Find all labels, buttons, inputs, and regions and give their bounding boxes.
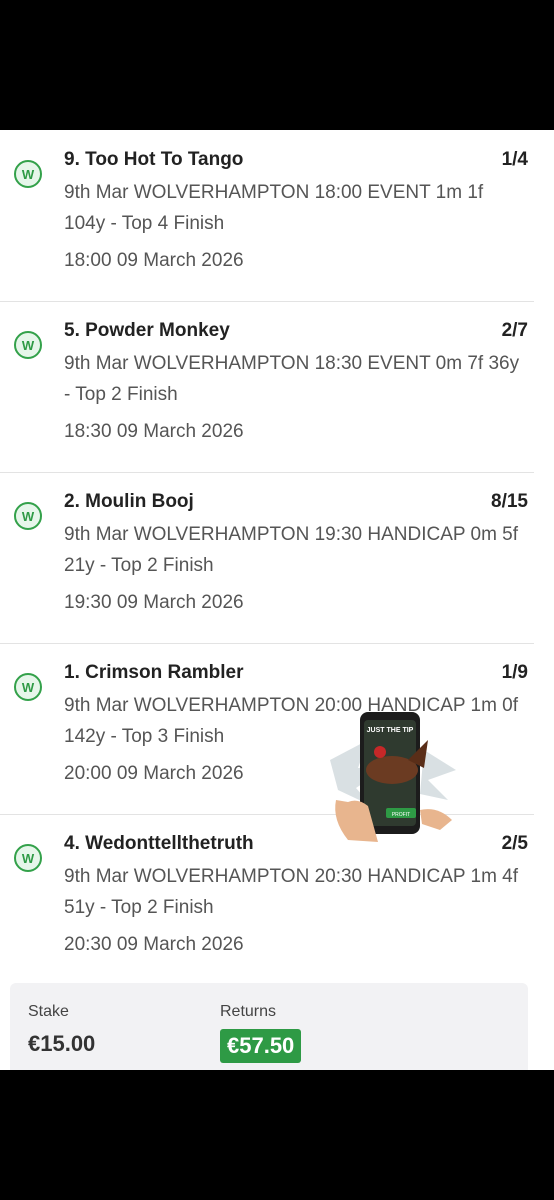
win-badge: W (14, 673, 42, 701)
bet-summary: Stake €15.00 Returns €57.50 (10, 983, 528, 1070)
win-badge: W (14, 331, 42, 359)
stake-value: €15.00 (28, 1031, 96, 1056)
svg-text:JUST THE TIP: JUST THE TIP (367, 727, 414, 734)
returns-value: €57.50 (220, 1029, 302, 1063)
selection-name: 4. Wedonttellthetruth (64, 833, 254, 854)
selection-name: 5. Powder Monkey (64, 320, 230, 341)
odds: 2/5 (501, 833, 528, 854)
race-description: 9th Mar WOLVERHAMPTON 18:00 EVENT 1m 1f … (64, 182, 484, 234)
selection-name: 2. Moulin Booj (64, 491, 194, 512)
promo-phone-graphic: JUST THE TIP PROFIT (330, 712, 456, 842)
odds: 8/15 (491, 491, 528, 512)
odds: 1/9 (501, 662, 528, 683)
race-time: 20:30 09 March 2026 (64, 934, 244, 955)
stake-label: Stake (28, 1003, 69, 1020)
race-time: 18:30 09 March 2026 (64, 421, 244, 442)
win-badge: W (14, 502, 42, 530)
odds: 1/4 (501, 149, 528, 170)
win-badge: W (14, 160, 42, 188)
svg-text:PROFIT: PROFIT (392, 812, 410, 818)
race-description: 9th Mar WOLVERHAMPTON 18:30 EVENT 0m 7f … (64, 353, 520, 405)
bet-leg[interactable]: W 9. Too Hot To Tango 1/4 9th Mar WOLVER… (0, 130, 534, 302)
returns-label: Returns (220, 1003, 277, 1020)
selection-name: 1. Crimson Rambler (64, 662, 244, 683)
race-time: 18:00 09 March 2026 (64, 250, 244, 271)
race-time: 20:00 09 March 2026 (64, 763, 244, 784)
race-description: 9th Mar WOLVERHAMPTON 20:30 HANDICAP 1m … (64, 866, 519, 918)
win-badge: W (14, 844, 42, 872)
bet-leg[interactable]: W 2. Moulin Booj 8/15 9th Mar WOLVERHAMP… (0, 472, 534, 644)
selection-name: 9. Too Hot To Tango (64, 149, 244, 170)
odds: 2/7 (501, 320, 528, 341)
bet-receipt-screen: W 9. Too Hot To Tango 1/4 9th Mar WOLVER… (0, 130, 554, 1070)
bet-leg[interactable]: W 5. Powder Monkey 2/7 9th Mar WOLVERHAM… (0, 301, 534, 473)
race-time: 19:30 09 March 2026 (64, 592, 244, 613)
race-description: 9th Mar WOLVERHAMPTON 19:30 HANDICAP 0m … (64, 524, 519, 576)
